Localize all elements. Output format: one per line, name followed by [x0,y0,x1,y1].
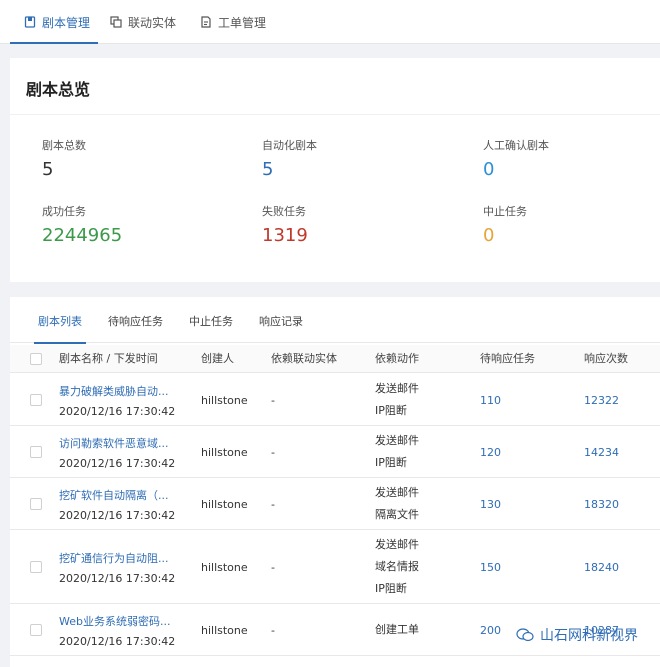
dispatch-time: 2020/12/16 17:30:42 [59,457,176,470]
action-list: 创建工单 [375,623,419,636]
row-checkbox[interactable] [30,561,42,573]
stat-value: 5 [42,159,54,180]
table-row: 挖矿软件自动隔离（... 2020/12/16 17:30:42 hillsto… [10,478,660,530]
stat-value: 2244965 [42,225,123,246]
table-header: 剧本名称 / 下发时间 创建人 依赖联动实体 依赖动作 待响应任务 响应次数 [10,345,660,373]
row-checkbox[interactable] [30,446,42,458]
stat-manual-playbooks: 人工确认剧本 0 [483,139,549,180]
sub-tab-bar: 剧本列表 待响应任务 中止任务 响应记录 [10,297,660,344]
creator: hillstone [201,498,248,511]
dispatch-time: 2020/12/16 17:30:42 [59,405,176,418]
linked-entity: - [271,561,275,574]
action-list: 发送邮件 隔离文件 [375,486,419,521]
top-tab-bar: 剧本管理 联动实体 工单管理 [0,0,660,44]
tab-response-records[interactable]: 响应记录 [259,297,303,343]
column-header-creator[interactable]: 创建人 [201,345,234,373]
stat-automated-playbooks: 自动化剧本 5 [262,139,317,180]
linked-entity: - [271,394,275,407]
dispatch-time: 2020/12/16 17:30:42 [59,635,176,648]
column-header-actions[interactable]: 依赖动作 [375,345,419,373]
response-count-link[interactable]: 18240 [584,561,619,574]
column-header-count[interactable]: 响应次数 [584,345,628,373]
stat-value: 0 [483,159,495,180]
overview-card: 剧本总览 剧本总数 5 自动化剧本 5 人工确认剧本 0 成功任务 224496… [10,58,660,282]
table-row: 挖矿通信行为自动阻... 2020/12/16 17:30:42 hillsto… [10,530,660,604]
creator: hillstone [201,446,248,459]
pending-count-link[interactable]: 120 [480,446,501,459]
dispatch-time: 2020/12/16 17:30:42 [59,509,176,522]
playbook-name-link[interactable]: 访问勒索软件恶意域... [59,435,169,451]
tab-ticket-management[interactable]: 工单管理 [200,0,266,44]
creator: hillstone [201,394,248,407]
stat-value: 5 [262,159,274,180]
column-header-name[interactable]: 剧本名称 / 下发时间 [59,345,158,373]
row-checkbox[interactable] [30,624,42,636]
tab-playbook-list[interactable]: 剧本列表 [34,297,86,344]
action-list: 发送邮件 IP阻断 [375,434,419,469]
linked-entity: - [271,446,275,459]
response-count-link[interactable]: 12322 [584,394,619,407]
column-header-entity[interactable]: 依赖联动实体 [271,345,337,373]
dispatch-time: 2020/12/16 17:30:42 [59,572,176,585]
row-checkbox[interactable] [30,394,42,406]
stat-value: 0 [483,225,495,246]
overview-title: 剧本总览 [26,80,91,99]
linked-entity: - [271,624,275,637]
pending-count-link[interactable]: 150 [480,561,501,574]
divider [10,114,660,115]
stat-total-playbooks: 剧本总数 5 [42,139,86,180]
ticket-icon [200,16,212,28]
column-header-pending[interactable]: 待响应任务 [480,345,535,373]
playbook-list-card: 剧本列表 待响应任务 中止任务 响应记录 剧本名称 / 下发时间 创建人 依赖联… [10,297,660,667]
playbook-name-link[interactable]: 挖矿软件自动隔离（... [59,487,169,503]
stat-failed-tasks: 失败任务 1319 [262,205,308,246]
tab-pending-tasks[interactable]: 待响应任务 [108,297,163,343]
tab-linked-entities[interactable]: 联动实体 [110,0,176,44]
stat-aborted-tasks: 中止任务 0 [483,205,527,246]
linked-entity: - [271,498,275,511]
pending-count-link[interactable]: 130 [480,498,501,511]
stat-successful-tasks: 成功任务 2244965 [42,205,123,246]
copy-icon [110,16,122,28]
response-count-link[interactable]: 18320 [584,498,619,511]
creator: hillstone [201,561,248,574]
playbook-icon [24,16,36,28]
action-list: 发送邮件 IP阻断 [375,382,419,417]
creator: hillstone [201,624,248,637]
table-row: 访问勒索软件恶意域... 2020/12/16 17:30:42 hillsto… [10,426,660,478]
playbook-name-link[interactable]: 挖矿通信行为自动阻... [59,550,169,566]
playbook-name-link[interactable]: 暴力破解类威胁自动... [59,383,169,399]
action-list: 发送邮件 域名情报 IP阻断 [375,538,419,595]
row-checkbox[interactable] [30,498,42,510]
table-row: 暴力破解类威胁自动... 2020/12/16 17:30:42 hillsto… [10,374,660,426]
playbook-name-link[interactable]: Web业务系统弱密码... [59,613,170,629]
tab-playbook-management[interactable]: 剧本管理 [10,0,98,44]
watermark: 山石网科新视界 [516,625,638,645]
stat-value: 1319 [262,225,308,246]
tab-aborted-tasks[interactable]: 中止任务 [189,297,233,343]
response-count-link[interactable]: 14234 [584,446,619,459]
pending-count-link[interactable]: 110 [480,394,501,407]
wechat-icon [516,628,534,642]
pending-count-link[interactable]: 200 [480,624,501,637]
select-all-checkbox[interactable] [30,353,42,365]
